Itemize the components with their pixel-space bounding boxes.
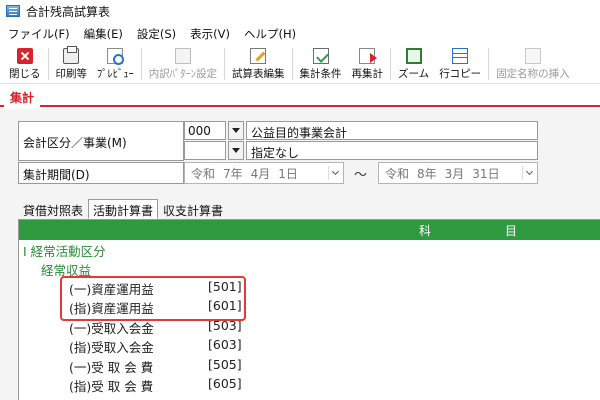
period-label: 集計期間(D) xyxy=(18,162,184,184)
period-from-era: 令和 xyxy=(191,166,216,181)
toolbar-separator xyxy=(291,48,293,80)
recalc-button[interactable]: 再集計 xyxy=(347,45,389,82)
division-code-input[interactable]: 000 xyxy=(184,121,226,140)
report-header: 科 目 xyxy=(19,220,600,240)
header-account-right: 目 xyxy=(505,224,518,238)
edit-icon xyxy=(250,48,267,64)
toolbar-separator xyxy=(140,48,142,80)
highlight-annotation xyxy=(60,276,246,321)
toolbar-separator xyxy=(47,48,49,80)
period-from-day: 1日 xyxy=(278,166,298,181)
business-code-input[interactable] xyxy=(184,141,226,160)
period-to-era: 令和 xyxy=(385,166,410,181)
toolbar-separator xyxy=(224,48,225,80)
detail-pattern-icon xyxy=(174,48,191,64)
close-label: 閉じる xyxy=(9,68,41,80)
header-account-left: 科 xyxy=(419,224,432,238)
recalc-icon xyxy=(359,48,378,64)
content-area: 会計区分／事業(M) 000 公益目的事業会計 指定なし 集計期間(D) 令和 … xyxy=(0,109,600,400)
row-copy-label: 行コピー xyxy=(439,68,482,80)
title-bar: 合計残高試算表 xyxy=(0,0,600,22)
print-label: 印刷等 xyxy=(55,68,88,80)
account-row-code: [603] xyxy=(208,337,242,352)
account-row-name[interactable]: (指)受取入会金 xyxy=(69,337,154,356)
checklist-icon xyxy=(312,48,329,64)
account-row-code: [605] xyxy=(208,376,242,391)
period-separator: ～ xyxy=(354,168,368,183)
zoom-button[interactable]: ズーム xyxy=(393,45,434,82)
account-row-name[interactable]: (指)受 取 会 費 xyxy=(69,376,153,395)
period-to-day: 31日 xyxy=(472,166,500,181)
menu-help[interactable]: ヘルプ(H) xyxy=(244,26,296,42)
close-button[interactable]: 閉じる xyxy=(4,45,46,82)
fixed-name-label: 固定名称の挿入 xyxy=(496,68,570,80)
window-title: 合計残高試算表 xyxy=(26,4,111,19)
toolbar: 閉じる 印刷等 ﾌﾟﾚﾋﾞｭｰ 内訳ﾊﾟﾀｰﾝ設定 試算表編集 集計条件 再集計… xyxy=(0,45,600,84)
zoom-label: ズーム xyxy=(398,68,430,80)
preview-button[interactable]: ﾌﾟﾚﾋﾞｭｰ xyxy=(92,45,139,82)
account-row-name[interactable]: (一)受 取 会 費 xyxy=(69,357,153,376)
conditions-button[interactable]: 集計条件 xyxy=(295,45,347,82)
division-name: 公益目的事業会計 xyxy=(246,121,538,140)
main-tab-strip: 集計 xyxy=(0,85,600,107)
detail-pattern-label: 内訳ﾊﾟﾀｰﾝ設定 xyxy=(148,68,217,80)
row-copy-icon xyxy=(452,48,469,64)
division-dropdown-button[interactable] xyxy=(228,121,244,140)
menu-settings[interactable]: 設定(S) xyxy=(137,26,176,42)
app-icon xyxy=(6,5,20,17)
preview-icon xyxy=(107,48,125,65)
menu-bar: ファイル(F) 編集(E) 設定(S) 表示(V) ヘルプ(H) xyxy=(0,24,600,43)
chevron-down-icon[interactable] xyxy=(522,166,535,180)
row-copy-button[interactable]: 行コピー xyxy=(434,45,486,82)
division-label: 会計区分／事業(M) xyxy=(18,121,184,161)
edit-sheet-button[interactable]: 試算表編集 xyxy=(227,45,290,82)
close-icon xyxy=(16,48,33,64)
period-to-month: 3月 xyxy=(444,166,465,181)
tab-income-expense[interactable]: 収支計算書 xyxy=(158,199,228,219)
business-name: 指定なし xyxy=(246,141,538,160)
printer-icon xyxy=(63,46,80,64)
chevron-down-icon[interactable] xyxy=(328,166,341,180)
tab-aggregate[interactable]: 集計 xyxy=(4,87,41,107)
conditions-label: 集計条件 xyxy=(299,68,342,80)
menu-edit[interactable]: 編集(E) xyxy=(84,26,123,42)
period-from-year: 7年 xyxy=(223,166,243,181)
preview-label: ﾌﾟﾚﾋﾞｭｰ xyxy=(97,68,134,80)
report-tabs: 貸借対照表 活動計算書 収支計算書 xyxy=(18,199,228,219)
edit-sheet-label: 試算表編集 xyxy=(232,68,285,80)
period-to-picker[interactable]: 令和 8年 3月 31日 xyxy=(378,162,538,184)
period-from-picker[interactable]: 令和 7年 4月 1日 xyxy=(184,162,344,184)
toolbar-separator xyxy=(390,48,391,80)
account-row-code: [505] xyxy=(208,357,242,372)
menu-file[interactable]: ファイル(F) xyxy=(8,26,70,42)
toolbar-separator xyxy=(488,48,490,80)
tab-activity-statement[interactable]: 活動計算書 xyxy=(88,199,159,219)
zoom-icon xyxy=(405,48,422,64)
fixed-name-icon xyxy=(524,48,541,64)
business-dropdown-button[interactable] xyxy=(228,141,244,160)
section-title: Ⅰ 経常活動区分 xyxy=(23,244,106,259)
period-from-month: 4月 xyxy=(250,166,271,181)
chevron-down-icon xyxy=(232,128,240,133)
print-button[interactable]: 印刷等 xyxy=(51,45,93,82)
menu-view[interactable]: 表示(V) xyxy=(190,26,230,42)
recalc-label: 再集計 xyxy=(351,68,384,80)
tab-balance-sheet[interactable]: 貸借対照表 xyxy=(18,199,88,219)
fixed-name-button[interactable]: 固定名称の挿入 xyxy=(491,45,575,82)
period-to-year: 8年 xyxy=(417,166,437,181)
chevron-down-icon xyxy=(232,148,240,153)
detail-pattern-button[interactable]: 内訳ﾊﾟﾀｰﾝ設定 xyxy=(144,45,222,82)
